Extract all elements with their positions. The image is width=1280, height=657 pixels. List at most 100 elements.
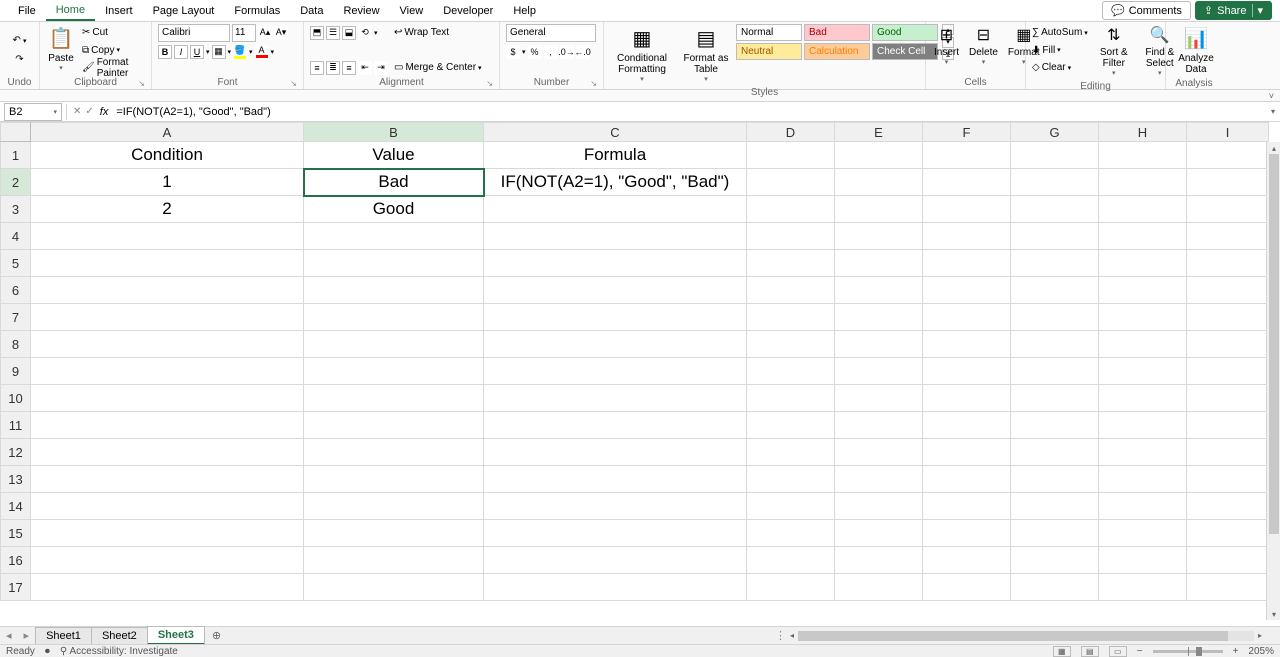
row-header[interactable]: 13 [1,466,31,493]
macro-record-icon[interactable]: ⏺ [45,646,50,657]
cell[interactable] [923,493,1011,520]
cell[interactable] [1187,574,1269,601]
tab-help[interactable]: Help [503,2,546,20]
number-launcher-icon[interactable]: ↘ [590,79,597,88]
col-header-h[interactable]: H [1099,123,1187,142]
cell-b3[interactable]: Good [304,196,484,223]
cell[interactable] [1099,304,1187,331]
cell[interactable] [1187,547,1269,574]
cell[interactable] [484,196,747,223]
cell[interactable] [923,331,1011,358]
cell[interactable] [747,331,835,358]
cell[interactable] [484,439,747,466]
merge-center-button[interactable]: ▭Merge & Center▾ [392,59,484,76]
cell[interactable] [31,277,304,304]
cell-a2[interactable]: 1 [31,169,304,196]
col-header-b[interactable]: B [304,123,484,142]
cell[interactable] [484,466,747,493]
cell-style-bad[interactable]: Bad [804,24,870,41]
cell[interactable] [1099,250,1187,277]
name-box[interactable]: B2▾ [4,103,62,121]
row-header[interactable]: 2 [1,169,31,196]
cell[interactable] [1099,574,1187,601]
cell[interactable] [1011,547,1099,574]
scroll-down-icon[interactable]: ▾ [1267,608,1280,620]
cell-a3[interactable]: 2 [31,196,304,223]
font-launcher-icon[interactable]: ↘ [290,79,297,88]
cell[interactable] [923,520,1011,547]
expand-formula-bar-icon[interactable]: ▾ [1266,107,1280,116]
cell[interactable] [31,250,304,277]
cell[interactable] [923,304,1011,331]
cell[interactable] [747,277,835,304]
increase-indent-icon[interactable]: ⇥ [374,61,388,75]
cell[interactable] [835,574,923,601]
cell[interactable] [1011,520,1099,547]
cell[interactable] [1187,358,1269,385]
cell[interactable] [484,250,747,277]
wrap-text-button[interactable]: ↩Wrap Text [392,24,484,41]
cell[interactable] [923,250,1011,277]
share-button[interactable]: ⇪Share▾ [1195,1,1272,20]
cell[interactable] [484,331,747,358]
row-header[interactable]: 5 [1,250,31,277]
cell[interactable] [1011,169,1099,196]
align-left-icon[interactable]: ≡ [310,61,324,75]
cell[interactable] [1099,412,1187,439]
cell[interactable] [1099,358,1187,385]
row-header[interactable]: 17 [1,574,31,601]
cell-a1[interactable]: Condition [31,142,304,169]
cell[interactable] [1011,466,1099,493]
cell[interactable] [484,412,747,439]
cell[interactable] [835,196,923,223]
enter-formula-icon[interactable]: ✓ [83,106,95,117]
cell[interactable] [747,466,835,493]
col-header-i[interactable]: I [1187,123,1269,142]
cell[interactable] [835,520,923,547]
cell[interactable] [835,385,923,412]
cell[interactable] [1099,439,1187,466]
font-name-input[interactable] [158,24,230,42]
cell[interactable] [835,250,923,277]
cell[interactable] [1099,277,1187,304]
cell[interactable] [484,520,747,547]
underline-button[interactable]: U [190,45,204,59]
formula-input[interactable] [112,103,1266,121]
delete-cells-button[interactable]: ⊟Delete▾ [965,24,1002,69]
cell[interactable] [31,331,304,358]
sheet-tab-sheet3[interactable]: Sheet3 [147,626,205,645]
row-header[interactable]: 3 [1,196,31,223]
scroll-up-icon[interactable]: ▴ [1267,142,1280,154]
cell[interactable] [1099,520,1187,547]
worksheet-grid[interactable]: A B C D E F G H I 1ConditionValueFormula… [0,122,1269,601]
cell[interactable] [1187,304,1269,331]
cell[interactable] [923,547,1011,574]
add-sheet-button[interactable]: ⊕ [204,629,229,642]
borders-button[interactable]: ▦ [212,45,226,59]
cell[interactable] [31,223,304,250]
cell[interactable] [1011,277,1099,304]
horizontal-scrollbar[interactable]: ◂ ▸ [786,629,1266,643]
cell[interactable] [747,520,835,547]
cell[interactable] [484,385,747,412]
zoom-in-button[interactable]: + [1233,646,1239,657]
select-all-corner[interactable] [1,123,31,142]
row-header[interactable]: 14 [1,493,31,520]
percent-format-icon[interactable]: % [528,45,542,59]
tab-file[interactable]: File [8,2,46,20]
tab-data[interactable]: Data [290,2,333,20]
cell[interactable] [304,304,484,331]
sheet-tab-sheet1[interactable]: Sheet1 [35,627,92,644]
cell[interactable] [31,493,304,520]
cell[interactable] [923,466,1011,493]
cell[interactable] [923,358,1011,385]
cell[interactable] [304,574,484,601]
cell[interactable] [31,574,304,601]
tab-review[interactable]: Review [333,2,389,20]
cell[interactable] [923,574,1011,601]
cell[interactable] [1011,142,1099,169]
cell[interactable] [747,574,835,601]
cell[interactable] [304,547,484,574]
share-dropdown-icon[interactable]: ▾ [1252,4,1263,17]
analyze-data-button[interactable]: 📊Analyze Data [1170,24,1222,77]
